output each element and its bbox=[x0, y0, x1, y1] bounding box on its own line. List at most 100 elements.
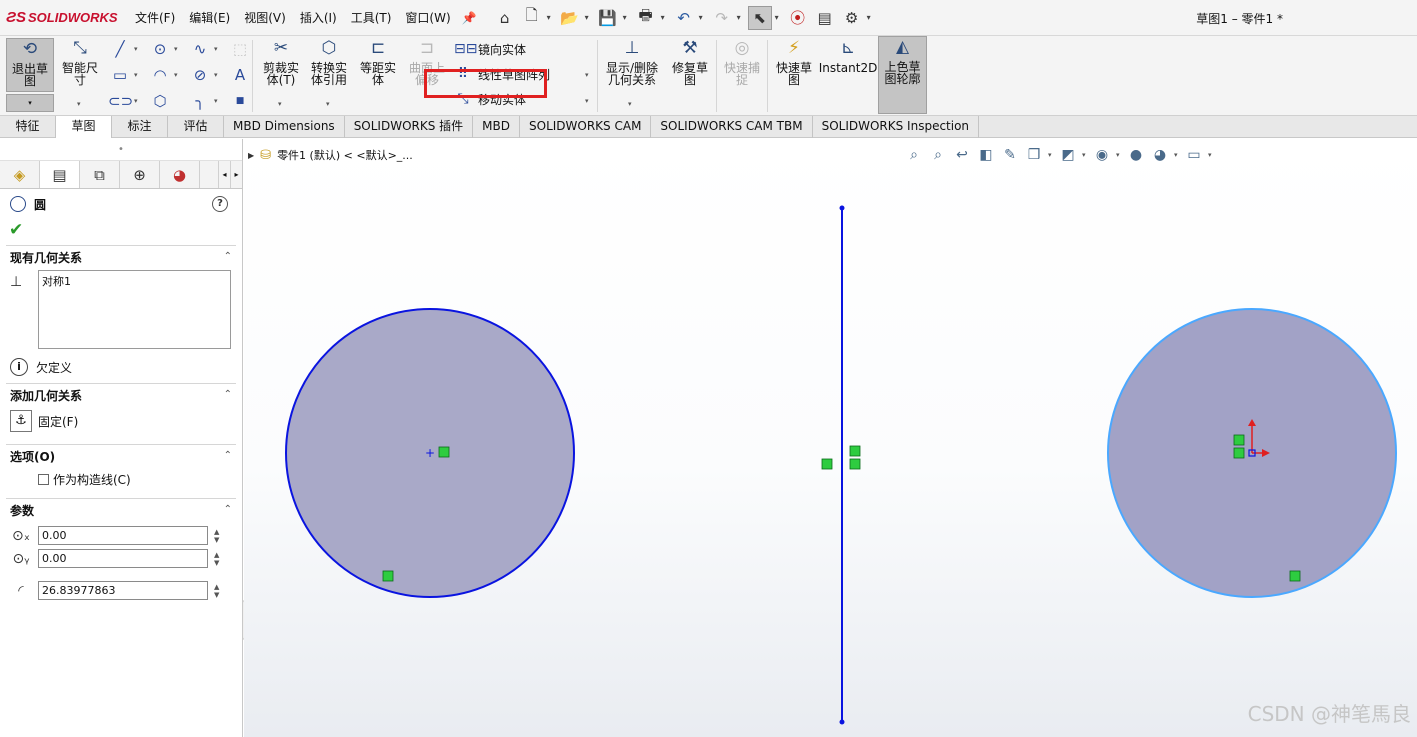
repair-sketch-button[interactable]: ⚒ 修复草 图 bbox=[667, 38, 713, 86]
radius-spinner[interactable]: ▲ ▼ bbox=[214, 583, 219, 599]
smart-dimension-dropdown[interactable]: ▾ bbox=[77, 100, 81, 108]
menu-file[interactable]: 文件(F) bbox=[128, 0, 182, 36]
panel-tab-next-icon[interactable]: ▸ bbox=[230, 161, 242, 188]
shaded-contours-button[interactable]: ◭ 上色草 图轮廓 bbox=[878, 36, 927, 114]
tab-sketch[interactable]: 草图 bbox=[56, 116, 112, 138]
tab-evaluate[interactable]: 评估 bbox=[168, 116, 224, 138]
line-endpoint[interactable] bbox=[839, 205, 845, 211]
fillet-dropdown[interactable]: ▾ bbox=[214, 97, 218, 105]
ellipse-dropdown[interactable]: ▾ bbox=[214, 71, 218, 79]
trim-dropdown[interactable]: ▾ bbox=[278, 100, 282, 108]
move-dropdown[interactable]: ▾ bbox=[585, 97, 589, 105]
instant2d-button[interactable]: ⊾ Instant2D bbox=[819, 38, 878, 74]
tab-solidworks-inspection[interactable]: SOLIDWORKS Inspection bbox=[813, 116, 980, 138]
open-icon[interactable]: 📂 bbox=[558, 6, 582, 30]
center-y-spinner[interactable]: ▲ ▼ bbox=[214, 551, 219, 567]
rectangle-dropdown[interactable]: ▾ bbox=[134, 71, 138, 79]
fix-relation-button[interactable]: ⚓ 固定(F) bbox=[10, 410, 78, 432]
undo-dropdown-icon[interactable]: ▾ bbox=[699, 13, 707, 22]
select-dropdown-icon[interactable]: ▾ bbox=[775, 13, 783, 22]
tab-features[interactable]: 特征 bbox=[0, 116, 56, 138]
circle-dropdown[interactable]: ▾ bbox=[174, 45, 178, 53]
undo-icon[interactable]: ↶ bbox=[672, 6, 696, 30]
collapse-caret-icon[interactable]: ⌃ bbox=[224, 251, 232, 262]
menu-edit[interactable]: 编辑(E) bbox=[182, 0, 237, 36]
spline-icon[interactable]: ∿ bbox=[188, 39, 212, 59]
pin-icon[interactable]: 📌 bbox=[462, 11, 477, 25]
relation-marker-icon[interactable] bbox=[821, 458, 833, 470]
display-relations-button[interactable]: ⊥ 显示/删除 几何关系 bbox=[601, 38, 663, 86]
fillet-icon[interactable]: ╮ bbox=[188, 91, 212, 111]
rectangle-icon[interactable]: ▭ bbox=[108, 65, 132, 85]
dimxpert-manager-tab-icon[interactable]: ⊕ bbox=[120, 161, 160, 188]
tab-solidworks-cam-tbm[interactable]: SOLIDWORKS CAM TBM bbox=[651, 116, 813, 138]
trim-entities-button[interactable]: ✂ 剪裁实 体(T) bbox=[258, 38, 304, 86]
panel-grip-icon[interactable]: • bbox=[0, 139, 242, 161]
relation-marker-icon[interactable] bbox=[1233, 434, 1245, 446]
redo-dropdown-icon[interactable]: ▾ bbox=[737, 13, 745, 22]
plane-icon[interactable]: ⬚ bbox=[228, 39, 252, 59]
tab-markup[interactable]: 标注 bbox=[112, 116, 168, 138]
print-icon[interactable]: 🖶 bbox=[634, 6, 658, 30]
rapid-sketch-button[interactable]: ⚡ 快速草 图 bbox=[771, 38, 817, 86]
relation-marker-icon[interactable] bbox=[1233, 447, 1245, 459]
line-dropdown[interactable]: ▾ bbox=[134, 45, 138, 53]
linear-pattern-dropdown[interactable]: ▾ bbox=[585, 71, 589, 79]
slot-dropdown[interactable]: ▾ bbox=[134, 97, 138, 105]
relation-marker-icon[interactable] bbox=[1289, 570, 1301, 582]
center-y-input[interactable]: 0.00 bbox=[38, 549, 208, 568]
open-dropdown-icon[interactable]: ▾ bbox=[585, 13, 593, 22]
tab-solidworks-addins[interactable]: SOLIDWORKS 插件 bbox=[345, 116, 474, 138]
exit-sketch-button[interactable]: ⟲ 退出草 图 bbox=[6, 38, 54, 92]
menu-view[interactable]: 视图(V) bbox=[237, 0, 293, 36]
arc-icon[interactable]: ◠ bbox=[148, 65, 172, 85]
print-dropdown-icon[interactable]: ▾ bbox=[661, 13, 669, 22]
relation-item[interactable]: 对称1 bbox=[42, 273, 227, 289]
relation-marker-icon[interactable] bbox=[849, 445, 861, 457]
spline-dropdown[interactable]: ▾ bbox=[214, 45, 218, 53]
convert-dropdown[interactable]: ▾ bbox=[326, 100, 330, 108]
circle-center-icon[interactable]: + bbox=[425, 446, 435, 460]
arc-dropdown[interactable]: ▾ bbox=[174, 71, 178, 79]
feature-manager-tab-icon[interactable]: ◈ bbox=[0, 161, 40, 188]
collapse-caret-icon[interactable]: ⌃ bbox=[224, 389, 232, 400]
collapse-caret-icon[interactable]: ⌃ bbox=[224, 504, 232, 515]
slot-icon[interactable]: ⊂⊃ bbox=[108, 91, 133, 111]
polygon-icon[interactable]: ⬡ bbox=[148, 91, 172, 111]
sketch-canvas[interactable]: + bbox=[244, 139, 1417, 737]
menu-insert[interactable]: 插入(I) bbox=[293, 0, 344, 36]
text-icon[interactable]: A bbox=[228, 65, 252, 85]
file-properties-icon[interactable]: ▤ bbox=[813, 6, 837, 30]
tab-solidworks-cam[interactable]: SOLIDWORKS CAM bbox=[520, 116, 652, 138]
panel-tab-prev-icon[interactable]: ◂ bbox=[218, 161, 230, 188]
relation-marker-icon[interactable] bbox=[438, 446, 450, 458]
menu-window[interactable]: 窗口(W) bbox=[398, 0, 457, 36]
tab-mbd-dimensions[interactable]: MBD Dimensions bbox=[224, 116, 345, 138]
mirror-entities-button[interactable]: ⊟⊟ 镜向实体 bbox=[454, 38, 526, 60]
save-icon[interactable]: 💾 bbox=[596, 6, 620, 30]
home-icon[interactable]: ⌂ bbox=[493, 6, 517, 30]
options-dropdown-icon[interactable]: ▾ bbox=[867, 13, 875, 22]
configuration-manager-tab-icon[interactable]: ⧉ bbox=[80, 161, 120, 188]
save-dropdown-icon[interactable]: ▾ bbox=[623, 13, 631, 22]
ok-check-icon[interactable]: ✔ bbox=[0, 219, 242, 245]
collapse-caret-icon[interactable]: ⌃ bbox=[224, 450, 232, 461]
help-icon[interactable]: ? bbox=[212, 196, 228, 212]
center-x-spinner[interactable]: ▲ ▼ bbox=[214, 528, 219, 544]
point-icon[interactable]: ■ bbox=[228, 91, 252, 111]
ellipse-icon[interactable]: ⊘ bbox=[188, 65, 212, 85]
select-icon[interactable]: ⬉ bbox=[747, 5, 772, 30]
exit-sketch-dropdown[interactable]: ▾ bbox=[6, 94, 54, 112]
options-icon[interactable]: ⚙ bbox=[840, 6, 864, 30]
quick-snaps-button[interactable]: ◎ 快速捕 捉 bbox=[719, 38, 765, 86]
circle-icon[interactable]: ⊙ bbox=[148, 39, 172, 59]
relation-marker-icon[interactable] bbox=[382, 570, 394, 582]
new-dropdown-icon[interactable]: ▾ bbox=[547, 13, 555, 22]
property-manager-tab-icon[interactable]: ▤ bbox=[40, 161, 80, 188]
graphics-area[interactable]: ▶ ⛁ 零件1 (默认) < <默认>_... ⌕ ⌕ ↩ ◧ ✎ ❒ ▾ ◩ ▾ … bbox=[244, 139, 1417, 737]
tab-mbd[interactable]: MBD bbox=[473, 116, 520, 138]
radius-input[interactable]: 26.83977863 bbox=[38, 581, 208, 600]
new-icon[interactable]: 🗋 bbox=[520, 6, 544, 30]
redo-icon[interactable]: ↷ bbox=[710, 6, 734, 30]
offset-entities-button[interactable]: ⊏ 等距实 体 bbox=[355, 38, 401, 86]
